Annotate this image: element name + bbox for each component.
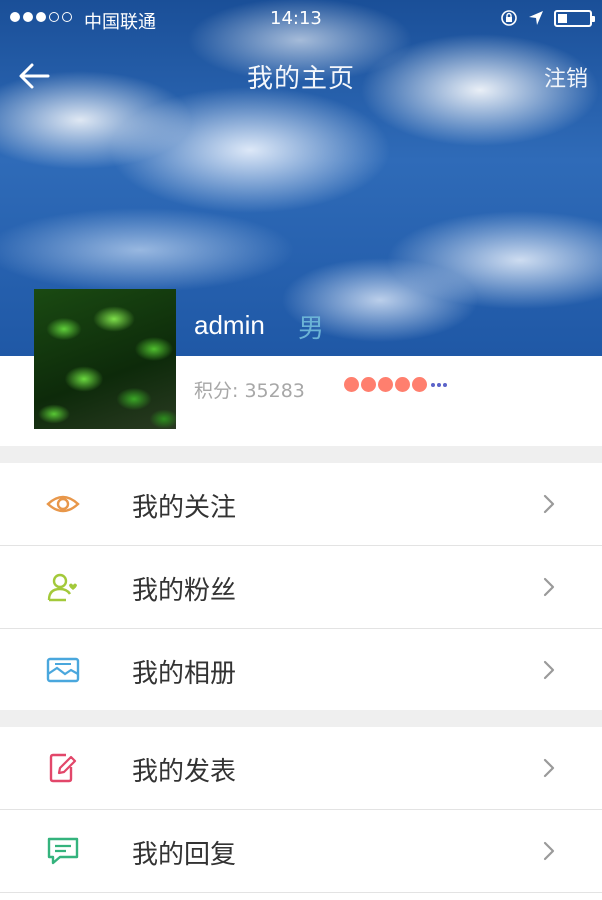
- menu-item-album[interactable]: 我的相册: [0, 629, 602, 712]
- menu-item-fans[interactable]: 我的粉丝: [0, 546, 602, 629]
- menu-item-replies[interactable]: 我的回复: [0, 810, 602, 893]
- points-info: 积分: 35283: [194, 376, 305, 403]
- battery-icon: [554, 9, 595, 27]
- level-dot: [395, 377, 410, 392]
- signal-strength-icon: [10, 12, 72, 22]
- eye-icon: [46, 495, 80, 513]
- menu-item-label: 我的关注: [132, 493, 237, 523]
- navigation-bar: 我的主页 注销: [0, 48, 602, 104]
- menu-item-posts[interactable]: 我的发表: [0, 727, 602, 810]
- menu-group-2: 我的发表 我的回复: [0, 727, 602, 893]
- menu-item-following[interactable]: 我的关注: [0, 463, 602, 546]
- level-dot: [412, 377, 427, 392]
- page-title: 我的主页: [246, 64, 355, 94]
- album-icon: [46, 657, 80, 683]
- section-divider: [0, 446, 602, 463]
- avatar[interactable]: [34, 289, 176, 429]
- menu-group-1: 我的关注 我的粉丝 我的相册: [0, 463, 602, 712]
- level-dot: [378, 377, 393, 392]
- gender-label: 男: [298, 314, 325, 344]
- section-divider: [0, 710, 602, 727]
- carrier-name: 中国联通: [84, 12, 156, 33]
- orientation-lock-icon: [501, 10, 517, 26]
- level-dot: [344, 377, 359, 392]
- menu-item-label: 我的相册: [132, 659, 237, 689]
- user-level-indicator: [344, 377, 447, 392]
- menu-item-label: 我的发表: [132, 757, 237, 787]
- status-time: 14:13: [270, 8, 322, 29]
- fans-icon: [47, 573, 77, 602]
- reply-icon: [47, 837, 79, 865]
- menu-item-label: 我的回复: [132, 840, 237, 870]
- level-more-icon: [431, 382, 447, 387]
- chevron-right-icon: [543, 494, 555, 514]
- points-label: 积分:: [194, 380, 239, 402]
- post-icon: [49, 753, 77, 783]
- location-arrow-icon: [529, 11, 543, 25]
- logout-button[interactable]: 注销: [544, 61, 588, 93]
- chevron-right-icon: [543, 841, 555, 861]
- level-dot: [361, 377, 376, 392]
- chevron-right-icon: [543, 577, 555, 597]
- username: admin: [194, 310, 265, 340]
- status-bar: 中国联通 14:13: [0, 0, 602, 40]
- menu-item-label: 我的粉丝: [132, 576, 237, 606]
- points-value: 35283: [244, 380, 305, 402]
- chevron-right-icon: [543, 758, 555, 778]
- chevron-right-icon: [543, 660, 555, 680]
